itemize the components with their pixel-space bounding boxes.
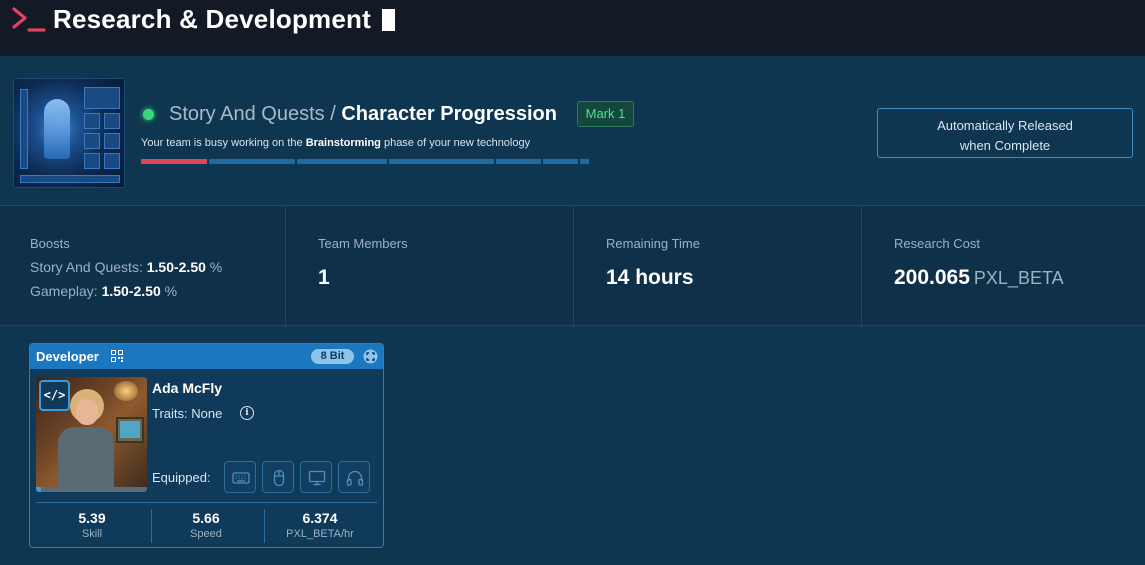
boosts-stat: Boosts Story And Quests: 1.50-2.50 % Gam… xyxy=(0,206,286,327)
phase-name: Brainstorming xyxy=(305,137,381,149)
project-name: Character Progression xyxy=(341,103,557,125)
boost-story: Story And Quests: 1.50-2.50 % xyxy=(30,259,223,275)
stats-strip: Boosts Story And Quests: 1.50-2.50 % Gam… xyxy=(0,205,1145,327)
remaining-time-label: Remaining Time xyxy=(606,236,700,251)
headphones-slot[interactable] xyxy=(338,461,370,493)
tier-badge: 8 Bit xyxy=(311,349,354,364)
auto-release-button[interactable]: Automatically Released when Complete xyxy=(877,108,1133,158)
developer-card-header: Developer 8 Bit xyxy=(30,344,383,369)
team-members-stat: Team Members 1 xyxy=(288,206,574,327)
expand-icon[interactable] xyxy=(363,349,378,364)
boosts-label: Boosts xyxy=(30,236,70,251)
team-members-label: Team Members xyxy=(318,236,408,251)
monitor-icon xyxy=(308,470,326,486)
mark-badge: Mark 1 xyxy=(577,101,634,127)
skill-value: 5.39 xyxy=(78,510,106,526)
top-bar: Research & Development xyxy=(0,0,1145,56)
keyboard-slot[interactable] xyxy=(224,461,256,493)
cursor-block xyxy=(382,9,395,31)
currency-unit: PXL_BETA xyxy=(973,268,1064,288)
speed-label: Speed xyxy=(190,528,222,540)
earnings-value: 6.374 xyxy=(302,510,338,526)
card-divider xyxy=(36,502,377,503)
page-title: Research & Development xyxy=(53,4,371,34)
info-icon[interactable]: i xyxy=(240,406,254,420)
mouse-slot[interactable] xyxy=(262,461,294,493)
keyboard-icon xyxy=(232,472,250,484)
developer-role: Developer xyxy=(36,349,99,364)
developer-traits: Traits: None xyxy=(152,406,223,421)
remaining-time-value: 14 hours xyxy=(606,266,694,289)
earnings-metric: 6.374 PXL_BETA/hr xyxy=(264,510,376,540)
project-header: Story And Quests / Character Progression… xyxy=(0,56,1145,206)
skill-metric: 5.39 Skill xyxy=(36,510,148,540)
qr-code-icon[interactable] xyxy=(111,350,123,362)
phase-progress-bar xyxy=(141,159,589,164)
phase-description: Your team is busy working on the Brainst… xyxy=(141,137,531,149)
code-icon: </> xyxy=(39,380,70,411)
developer-card[interactable]: Developer 8 Bit </> Ada McFly Traits: No… xyxy=(29,343,384,548)
project-thumbnail xyxy=(13,78,125,188)
skill-label: Skill xyxy=(81,528,103,540)
monitor-slot[interactable] xyxy=(300,461,332,493)
terminal-prompt-icon xyxy=(12,7,46,32)
headphones-icon xyxy=(346,470,364,486)
team-members-value: 1 xyxy=(318,266,330,289)
research-cost-label: Research Cost xyxy=(894,236,980,251)
equipped-label: Equipped: xyxy=(152,470,211,485)
developer-name: Ada McFly xyxy=(152,380,223,396)
speed-value: 5.66 xyxy=(192,510,220,526)
remaining-time-stat: Remaining Time 14 hours xyxy=(576,206,862,327)
research-cost-value: 200.065 PXL_BETA xyxy=(894,266,1064,289)
portrait-progress-bar xyxy=(36,487,147,492)
speed-metric: 5.66 Speed xyxy=(150,510,262,540)
earnings-label: PXL_BETA/hr xyxy=(286,528,354,540)
research-cost-stat: Research Cost 200.065 PXL_BETA xyxy=(864,206,1145,327)
boost-gameplay: Gameplay: 1.50-2.50 % xyxy=(30,283,178,299)
project-title: Story And Quests / Character Progression xyxy=(169,103,557,126)
project-category: Story And Quests / xyxy=(169,103,336,125)
mouse-icon xyxy=(273,469,285,487)
status-indicator xyxy=(143,109,154,120)
